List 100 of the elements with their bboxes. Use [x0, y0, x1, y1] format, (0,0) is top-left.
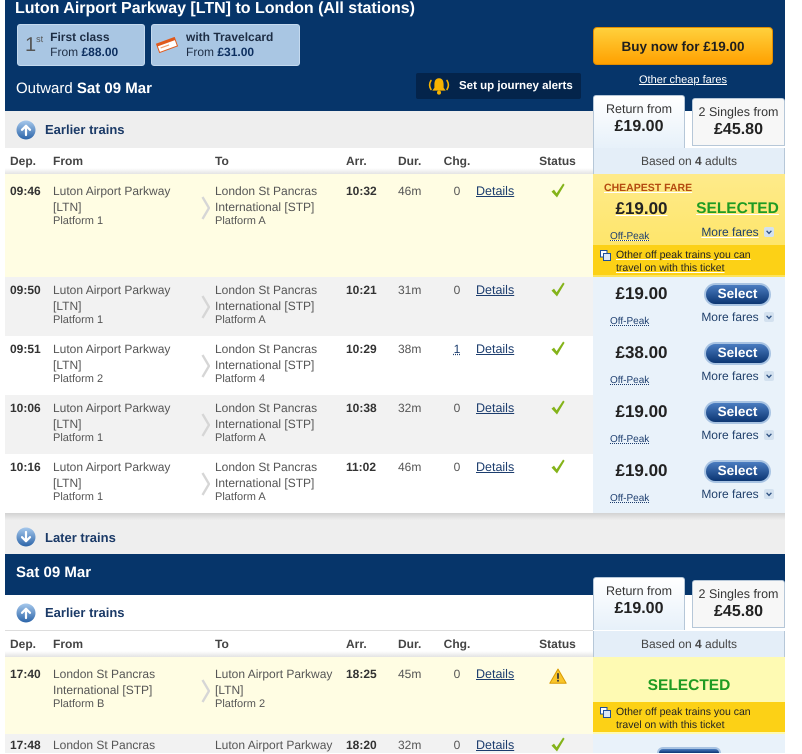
later-trains-button[interactable]: Later trains [5, 520, 785, 554]
more-fares-link[interactable]: More fares [701, 225, 774, 239]
departure-time: 09:46 [10, 183, 41, 199]
arrow-down-icon [16, 527, 36, 547]
fare-tab[interactable]: Return from £19.00 [593, 95, 685, 148]
first-class-card[interactable]: 1$^{st}$ First class From £88.00 [17, 24, 145, 66]
arrival-time: 18:20 [346, 737, 377, 753]
fare-price: £19.00 [616, 284, 668, 304]
travel-date: Sat 09 Mar [76, 80, 152, 97]
column-header: Arr. [346, 153, 367, 169]
origin-station: Luton Airport Parkway [LTN] [53, 341, 172, 373]
platform-label: Platform A [215, 432, 266, 445]
column-header: Chg. [444, 153, 470, 169]
details-link[interactable]: Details [476, 283, 514, 297]
more-fares-link[interactable]: More fares [701, 487, 774, 501]
more-fares-link[interactable]: More fares [701, 310, 774, 324]
origin-station: London St Pancras [53, 737, 156, 753]
departure-time: 09:50 [10, 282, 41, 298]
duration: 31m [398, 282, 422, 298]
destination-station: London St Pancras International [STP] [215, 459, 318, 491]
duration: 45m [398, 666, 422, 682]
select-button[interactable]: Select [704, 342, 771, 364]
details-link[interactable]: Details [476, 667, 514, 681]
arrival-time: 10:38 [346, 400, 377, 416]
fare-price: £38.00 [616, 343, 668, 363]
fare-price: £19.00 [616, 199, 668, 219]
fare-tab[interactable]: Return from £19.00 [593, 577, 685, 630]
origin-station: Luton Airport Parkway [LTN] [53, 282, 172, 314]
check-icon [550, 737, 564, 752]
fare-type-link[interactable]: Off-Peak [610, 231, 650, 243]
overlapping-squares-icon [600, 707, 611, 718]
fare-type-link[interactable]: Off-Peak [610, 493, 650, 505]
earlier-trains-button[interactable]: Earlier trains [5, 111, 593, 148]
departure-time: 17:40 [10, 666, 41, 682]
destination-station: London St Pancras International [STP] [215, 282, 318, 314]
route-title: Luton Airport Parkway [LTN] to London (All stations) [14, 0, 415, 17]
chevron-icon [200, 295, 210, 319]
platform-label: Platform B [53, 698, 104, 711]
details-link[interactable]: Details [476, 738, 514, 752]
fare-type-link[interactable]: Off-Peak [610, 316, 650, 328]
other-fares-link[interactable]: Other cheap fares [638, 74, 728, 87]
selected-label: SELECTED [696, 199, 779, 219]
column-header: Dep. [10, 153, 36, 169]
more-fares-link[interactable]: More fares [701, 369, 774, 383]
chevron-icon [200, 472, 210, 496]
changes-count: 0 [454, 184, 460, 198]
journey-alerts-button[interactable]: Set up journey alerts [416, 73, 581, 99]
changes-link[interactable]: 1 [454, 342, 460, 356]
notice-text: Other off peak trains you can travel on with this ticket [616, 706, 752, 732]
platform-label: Platform 1 [53, 314, 104, 327]
column-header: Arr. [346, 636, 367, 652]
chevron-down-icon [764, 371, 774, 381]
platform-label: Platform 1 [53, 215, 104, 228]
select-button[interactable]: Select [704, 400, 771, 424]
select-button[interactable]: Select [704, 282, 771, 306]
select-button[interactable]: Select [704, 460, 771, 482]
check-icon [550, 400, 564, 415]
notice-text: Other off peak trains you can travel on with this ticket [616, 249, 752, 275]
check-icon [550, 341, 564, 356]
arrival-time: 10:29 [346, 341, 377, 357]
origin-station: London St Pancras International [STP] [53, 666, 156, 698]
departure-time: 09:51 [10, 341, 41, 357]
origin-station: Luton Airport Parkway [LTN] [53, 459, 172, 491]
column-header: Dur. [398, 153, 422, 169]
details-link[interactable]: Details [476, 184, 514, 198]
column-header: From [53, 153, 83, 169]
details-link[interactable]: Details [476, 342, 514, 356]
chevron-down-icon [764, 489, 774, 499]
chevron-icon [200, 196, 210, 220]
changes-count: 0 [454, 283, 460, 297]
column-header: Chg. [444, 636, 470, 652]
travelcard-card[interactable]: with Travelcard From £31.00 [151, 24, 300, 66]
details-link[interactable]: Details [476, 401, 514, 415]
changes-count: 0 [454, 667, 460, 681]
chevron-down-icon [764, 312, 774, 322]
select-button[interactable] [657, 747, 721, 753]
destination-station: London St Pancras International [STP] [215, 341, 318, 373]
fare-tab[interactable]: 2 Singles from £45.80 [692, 580, 785, 628]
platform-label: Platform 2 [53, 373, 104, 386]
destination-station: London St Pancras International [STP] [215, 183, 318, 215]
platform-label: Platform 4 [215, 373, 266, 386]
duration: 38m [398, 341, 422, 357]
buy-now-button[interactable]: Buy now for £19.00 [593, 27, 773, 65]
column-header: From [53, 636, 83, 652]
departure-time: 10:16 [10, 459, 41, 475]
platform-label: Platform A [215, 215, 266, 228]
destination-station: Luton Airport Parkway [215, 737, 332, 753]
fare-type-link[interactable]: Off-Peak [610, 434, 650, 446]
arrival-time: 18:25 [346, 666, 377, 682]
fare-type-link[interactable]: Off-Peak [610, 375, 650, 387]
check-icon [550, 459, 564, 474]
departure-time: 17:48 [10, 737, 41, 753]
selected-label: SELECTED [648, 676, 730, 696]
platform-label: Platform A [215, 314, 266, 327]
details-link[interactable]: Details [476, 460, 514, 474]
column-header: Dep. [10, 636, 36, 652]
arrival-time: 11:02 [346, 459, 376, 475]
overlapping-squares-icon [600, 250, 611, 261]
more-fares-link[interactable]: More fares [701, 428, 774, 442]
fare-tab[interactable]: 2 Singles from £45.80 [692, 98, 785, 146]
